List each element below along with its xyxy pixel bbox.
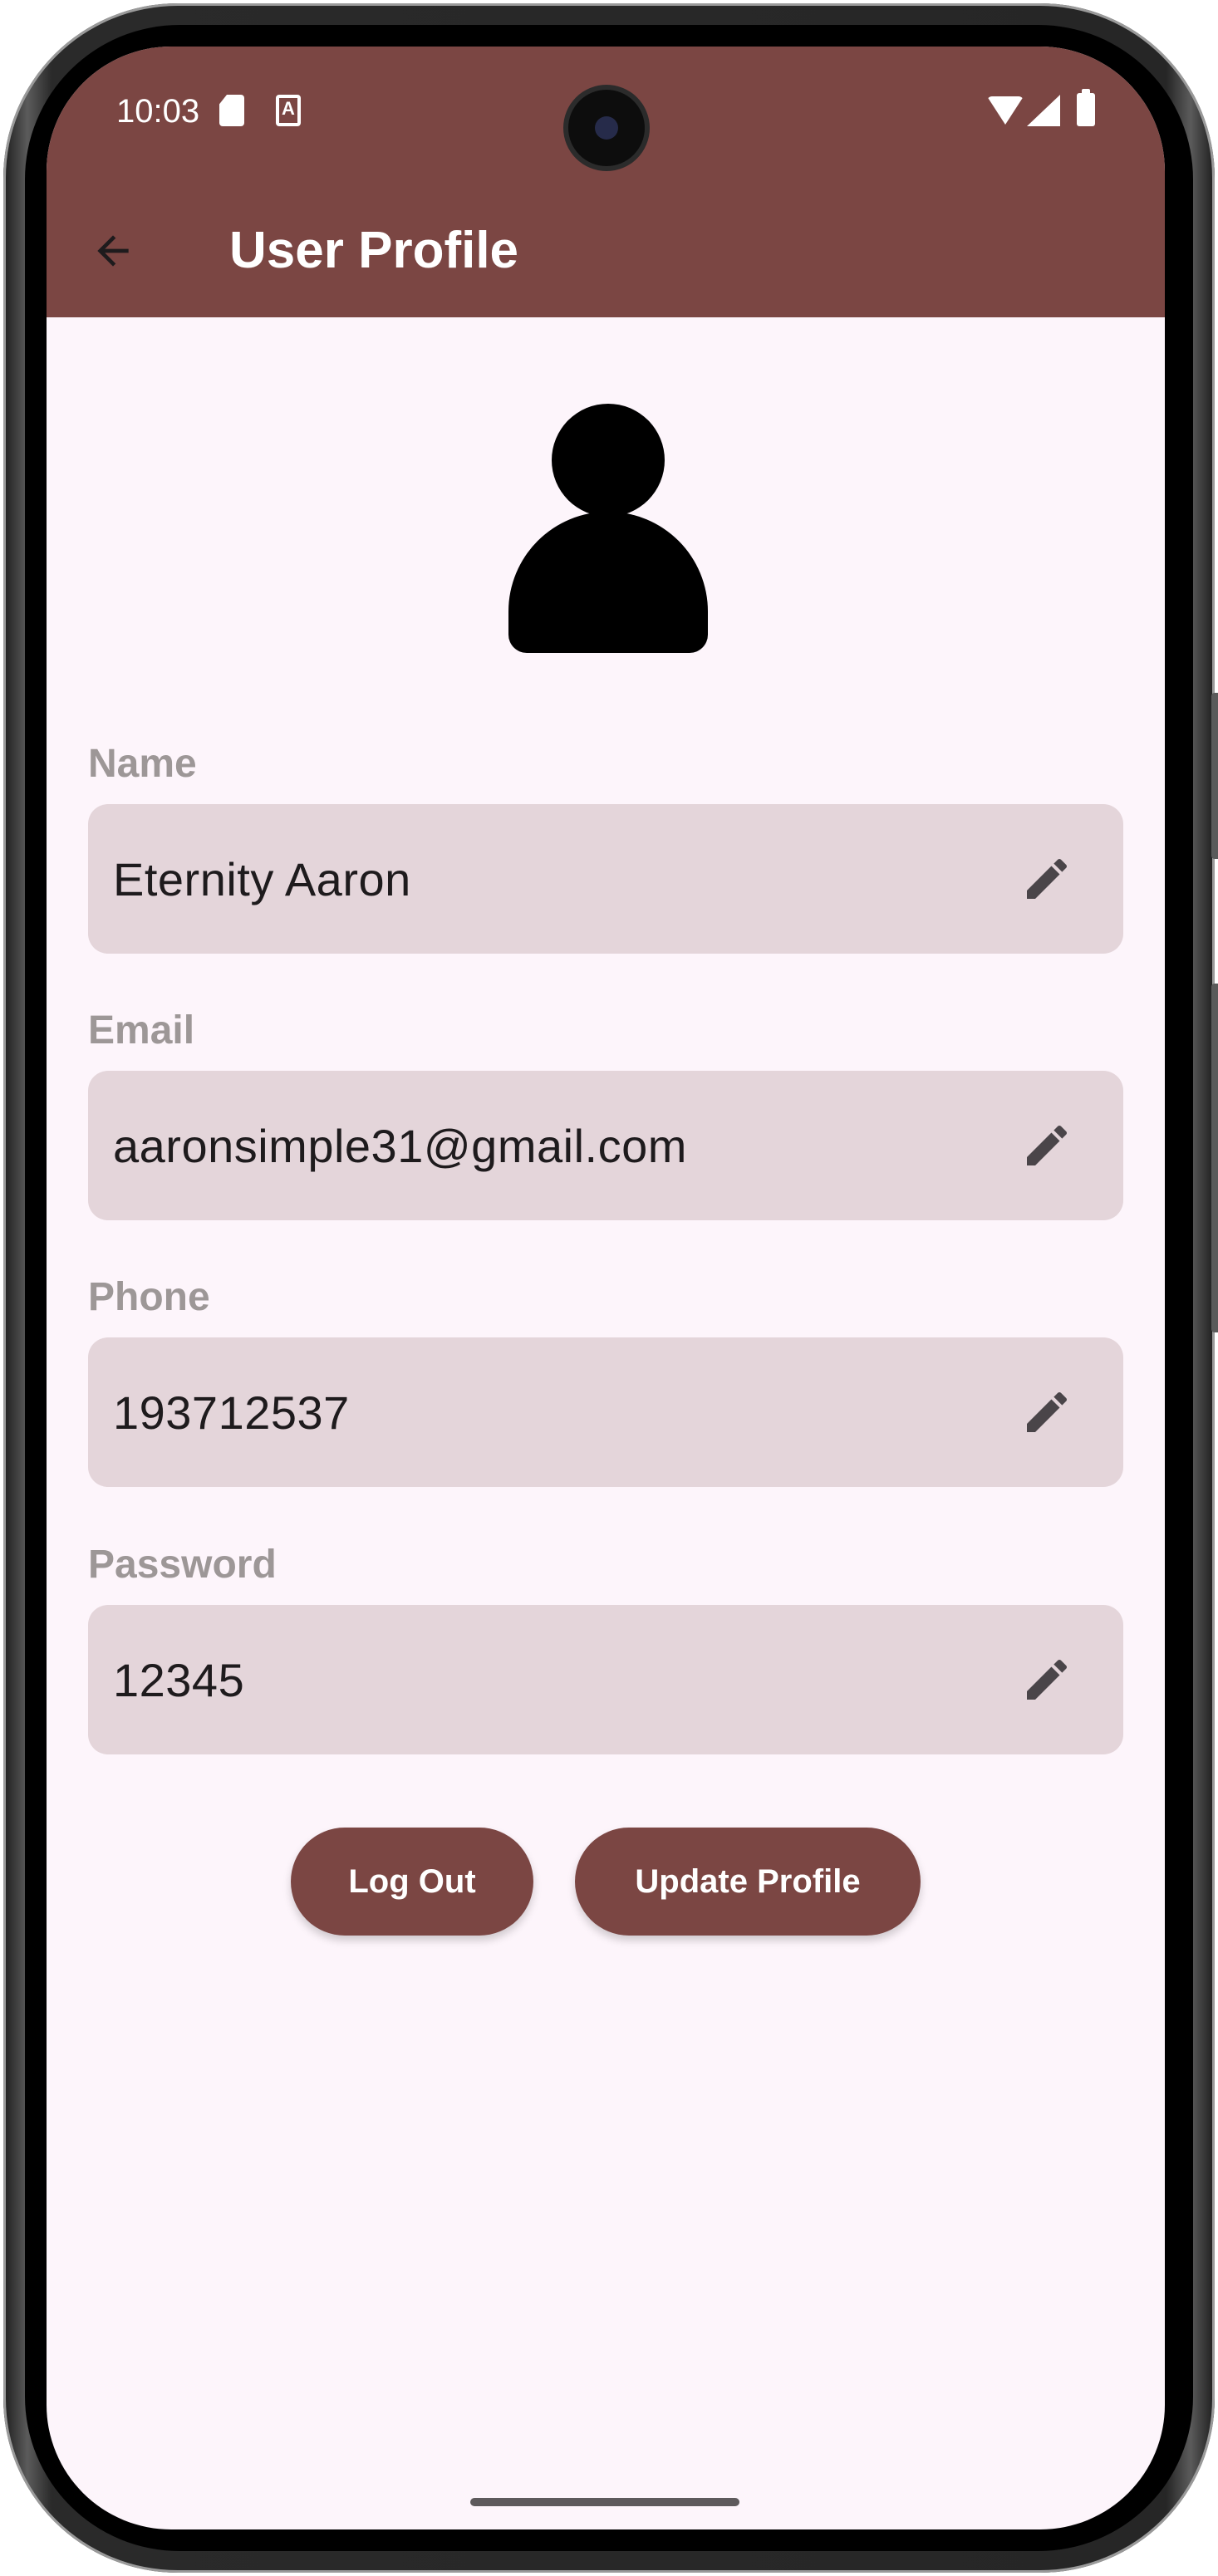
screen: 10:03 A User Profile Name Eternity Aaron… [47,47,1165,2529]
pencil-icon [1027,1125,1068,1165]
name-value: Eternity Aaron [113,852,411,905]
battery-icon [1077,89,1095,126]
name-field[interactable]: Eternity Aaron [88,804,1123,954]
edit-password-button[interactable] [1020,1653,1073,1706]
edit-name-button[interactable] [1020,852,1073,905]
password-value: 12345 [113,1653,245,1706]
status-time: 10:03 [116,93,200,130]
back-button[interactable] [80,218,146,284]
phone-value: 193712537 [113,1386,350,1439]
logout-button[interactable]: Log Out [291,1828,533,1936]
edit-email-button[interactable] [1020,1119,1073,1172]
volume-button [1211,984,1218,1332]
power-button [1211,693,1218,859]
email-label: Email [88,1008,195,1052]
name-label: Name [88,742,197,786]
sd-card-icon [219,95,244,126]
phone-field[interactable]: 193712537 [88,1337,1123,1487]
password-field[interactable]: 12345 [88,1605,1123,1754]
cell-signal-icon [1027,95,1060,126]
arrow-left-icon [97,235,129,267]
password-label: Password [88,1543,277,1587]
email-field[interactable]: aaronsimple31@gmail.com [88,1071,1123,1220]
pencil-icon [1027,1391,1068,1432]
home-indicator[interactable] [470,2498,739,2506]
wifi-icon [987,96,1024,125]
pencil-icon [1027,1659,1068,1700]
accessibility-a-icon: A [276,95,301,126]
update-profile-button[interactable]: Update Profile [575,1828,921,1936]
edit-phone-button[interactable] [1020,1386,1073,1439]
person-icon [508,404,708,653]
email-value: aaronsimple31@gmail.com [113,1119,687,1172]
front-camera [568,90,645,166]
pencil-icon [1027,858,1068,899]
phone-label: Phone [88,1275,210,1319]
page-title: User Profile [229,222,519,279]
app-bar: 10:03 A User Profile [47,47,1165,317]
